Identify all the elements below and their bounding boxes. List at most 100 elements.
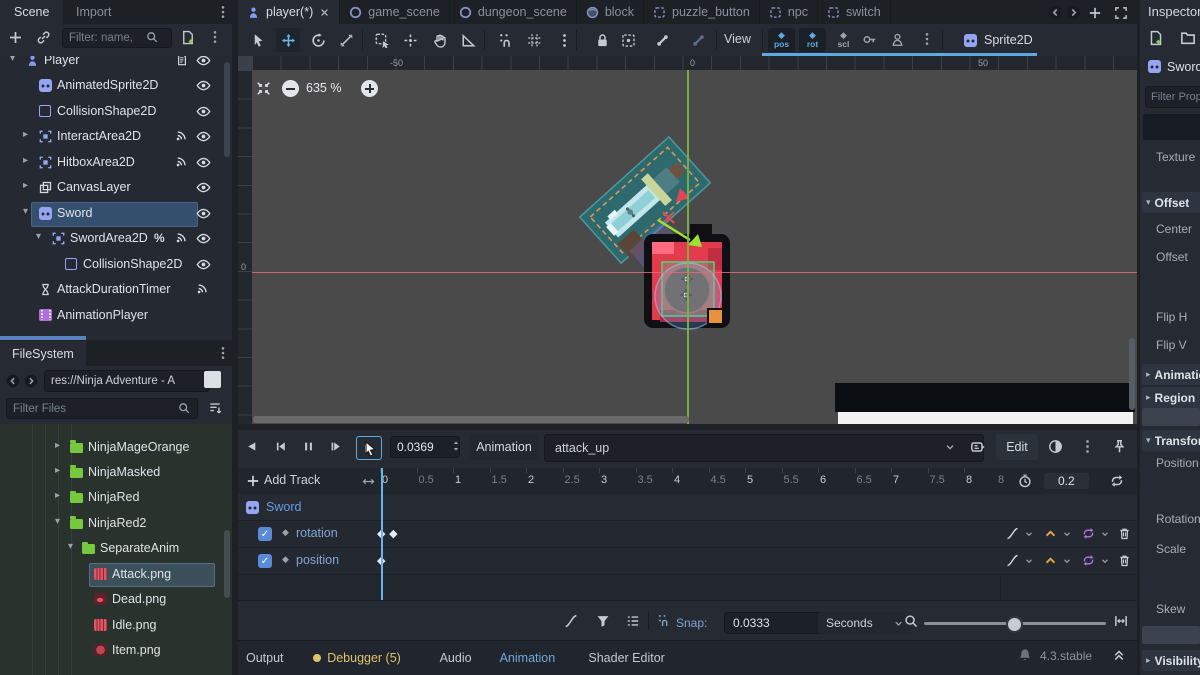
context-tab-sprite2d[interactable]: Sprite2D [954, 26, 1043, 54]
key-options-icon[interactable] [920, 32, 934, 46]
eye-icon[interactable] [196, 155, 211, 170]
scene-tree-vscrollbar[interactable] [224, 62, 230, 157]
scene-tree-item[interactable]: AttackDurationTimer [0, 277, 232, 302]
canvas-sprite[interactable] [540, 120, 800, 360]
tree-expand-arrow[interactable]: ▸ [23, 129, 28, 140]
scene-tree-item[interactable]: ▾SwordArea2D% [0, 226, 232, 251]
timeline-zoom-handle[interactable] [1006, 616, 1023, 633]
playhead[interactable] [381, 468, 383, 600]
step-back-icon[interactable] [274, 440, 287, 453]
view-menu[interactable]: View [724, 32, 751, 46]
scene-tree-item[interactable]: AnimatedSprite2D [0, 73, 232, 98]
timeline-header[interactable]: Add Track00.511.522.533.544.555.566.577.… [238, 468, 1137, 494]
tree-expand-arrow[interactable]: ▸ [55, 490, 60, 501]
scene-tab[interactable]: dungeon_scene [450, 0, 577, 24]
eye-icon[interactable] [196, 78, 211, 93]
tree-expand-arrow[interactable]: ▾ [55, 516, 60, 527]
tree-expand-arrow[interactable]: ▸ [55, 465, 60, 476]
scene-tab[interactable]: block [577, 0, 644, 24]
inspector-section[interactable]: ▾Offset [1142, 192, 1200, 213]
bottom-panel-tab[interactable]: Animation [500, 641, 556, 675]
scene-tab[interactable]: npc [760, 0, 818, 24]
expand-bottom-panel-icon[interactable] [1112, 648, 1126, 662]
snap-icon[interactable] [658, 614, 671, 627]
tree-expand-arrow[interactable]: ▾ [23, 206, 28, 217]
track-wrap-icon[interactable] [1044, 554, 1057, 567]
scene-tree-item[interactable]: ▾Player [0, 56, 232, 73]
instance-scene-icon[interactable] [36, 30, 51, 45]
animation-length[interactable]: 0.2 [1044, 473, 1089, 489]
inspector-section[interactable]: ▾Transform [1142, 430, 1200, 451]
auto-insert-icon[interactable] [890, 32, 905, 47]
tree-expand-arrow[interactable]: ▾ [68, 541, 73, 552]
scene-tab[interactable]: puzzle_button [644, 0, 760, 24]
delete-track-icon[interactable] [1118, 554, 1131, 567]
file-tree-vscrollbar[interactable] [224, 530, 230, 598]
step-forward-icon[interactable] [330, 440, 343, 453]
file-tree-item[interactable]: ▾NinjaRed2 [0, 512, 232, 535]
eye-icon[interactable] [196, 104, 211, 119]
chevron-down-icon[interactable] [1062, 529, 1072, 539]
rotate-tool[interactable] [306, 28, 330, 52]
track-interp-icon[interactable] [1006, 554, 1019, 567]
filesystem-path[interactable]: res://Ninja Adventure - A [44, 370, 210, 392]
add-node-icon[interactable] [8, 30, 23, 45]
file-sort-icon[interactable] [208, 401, 222, 415]
chevron-down-icon[interactable] [1100, 529, 1110, 539]
signal-icon[interactable] [196, 282, 209, 295]
bottom-panel-tab[interactable]: Shader Editor [588, 641, 664, 675]
file-tree-item[interactable]: ▸NinjaMageOrange [0, 436, 232, 459]
nav-back-icon[interactable] [6, 374, 20, 388]
scene-dock-menu-icon[interactable] [216, 5, 230, 19]
scene-tree-item[interactable]: ▸CanvasLayer [0, 175, 232, 200]
track-group[interactable]: Sword [238, 494, 1145, 521]
nav-forward-icon[interactable] [24, 374, 38, 388]
track-loop-icon[interactable] [1082, 527, 1095, 540]
signal-icon[interactable] [175, 155, 188, 168]
play-backwards-icon[interactable] [246, 440, 259, 453]
eye-icon[interactable] [196, 257, 211, 272]
file-tree-item[interactable]: Idle.png [0, 614, 232, 637]
keyframe[interactable]: ◆ [389, 527, 397, 540]
notification-bell-icon[interactable] [1018, 648, 1032, 662]
eye-icon[interactable] [196, 56, 211, 68]
file-tree-item[interactable]: Item.png [0, 639, 232, 662]
chevron-down-icon[interactable] [1100, 556, 1110, 566]
spinner-icon[interactable] [450, 440, 462, 452]
tree-expand-arrow[interactable]: ▸ [23, 155, 28, 166]
loop-icon[interactable] [1110, 474, 1124, 488]
scene-tree-item[interactable]: CollisionShape2D [0, 252, 232, 277]
insert-key-icon[interactable] [862, 32, 877, 47]
inspector-section[interactable]: ▸Animation [1142, 364, 1200, 385]
signal-icon[interactable] [175, 129, 188, 142]
animation-menu-dots-icon[interactable] [1080, 439, 1095, 454]
file-tree-item[interactable]: ▸NinjaRed [0, 486, 232, 509]
scale-tool[interactable] [334, 28, 358, 52]
animation-menu-button[interactable]: Animation [470, 434, 538, 460]
lock-icon[interactable] [590, 28, 614, 52]
key-insert-scl[interactable]: ◆scl [830, 28, 857, 52]
scene-tree-item[interactable]: ▸InteractArea2D [0, 124, 232, 149]
file-tree-item[interactable]: Dead.png [0, 588, 232, 611]
chevron-down-icon[interactable] [1062, 556, 1072, 566]
key-insert-pos[interactable]: ◆pos [768, 28, 795, 52]
filter-tracks-icon[interactable] [596, 614, 610, 628]
file-tree-item[interactable]: ▾SeparateAnim [0, 537, 232, 560]
attach-script-icon[interactable] [180, 30, 195, 45]
scene-nav-back-icon[interactable] [1048, 5, 1063, 20]
scene-tree-item[interactable]: ▾Sword [0, 201, 232, 226]
scene-tab[interactable]: switch [818, 0, 891, 24]
scene-tree-item[interactable]: AnimationPlayer [0, 303, 232, 328]
key-insert-rot[interactable]: ◆rot [799, 28, 826, 52]
bottom-panel-tab[interactable]: Debugger (5) [313, 641, 401, 675]
eye-icon[interactable] [196, 129, 211, 144]
percent-icon[interactable]: % [154, 231, 165, 245]
filesystem-filter-input[interactable] [6, 398, 198, 419]
bezier-curve-icon[interactable] [564, 614, 578, 628]
scene-tree-item[interactable]: ▸HitboxArea2D [0, 150, 232, 175]
animation-library-icon[interactable] [970, 439, 986, 455]
delete-track-icon[interactable] [1118, 527, 1131, 540]
edit-button[interactable]: Edit [996, 434, 1038, 460]
distraction-free-icon[interactable] [1114, 6, 1128, 20]
list-select-tool[interactable] [370, 28, 394, 52]
